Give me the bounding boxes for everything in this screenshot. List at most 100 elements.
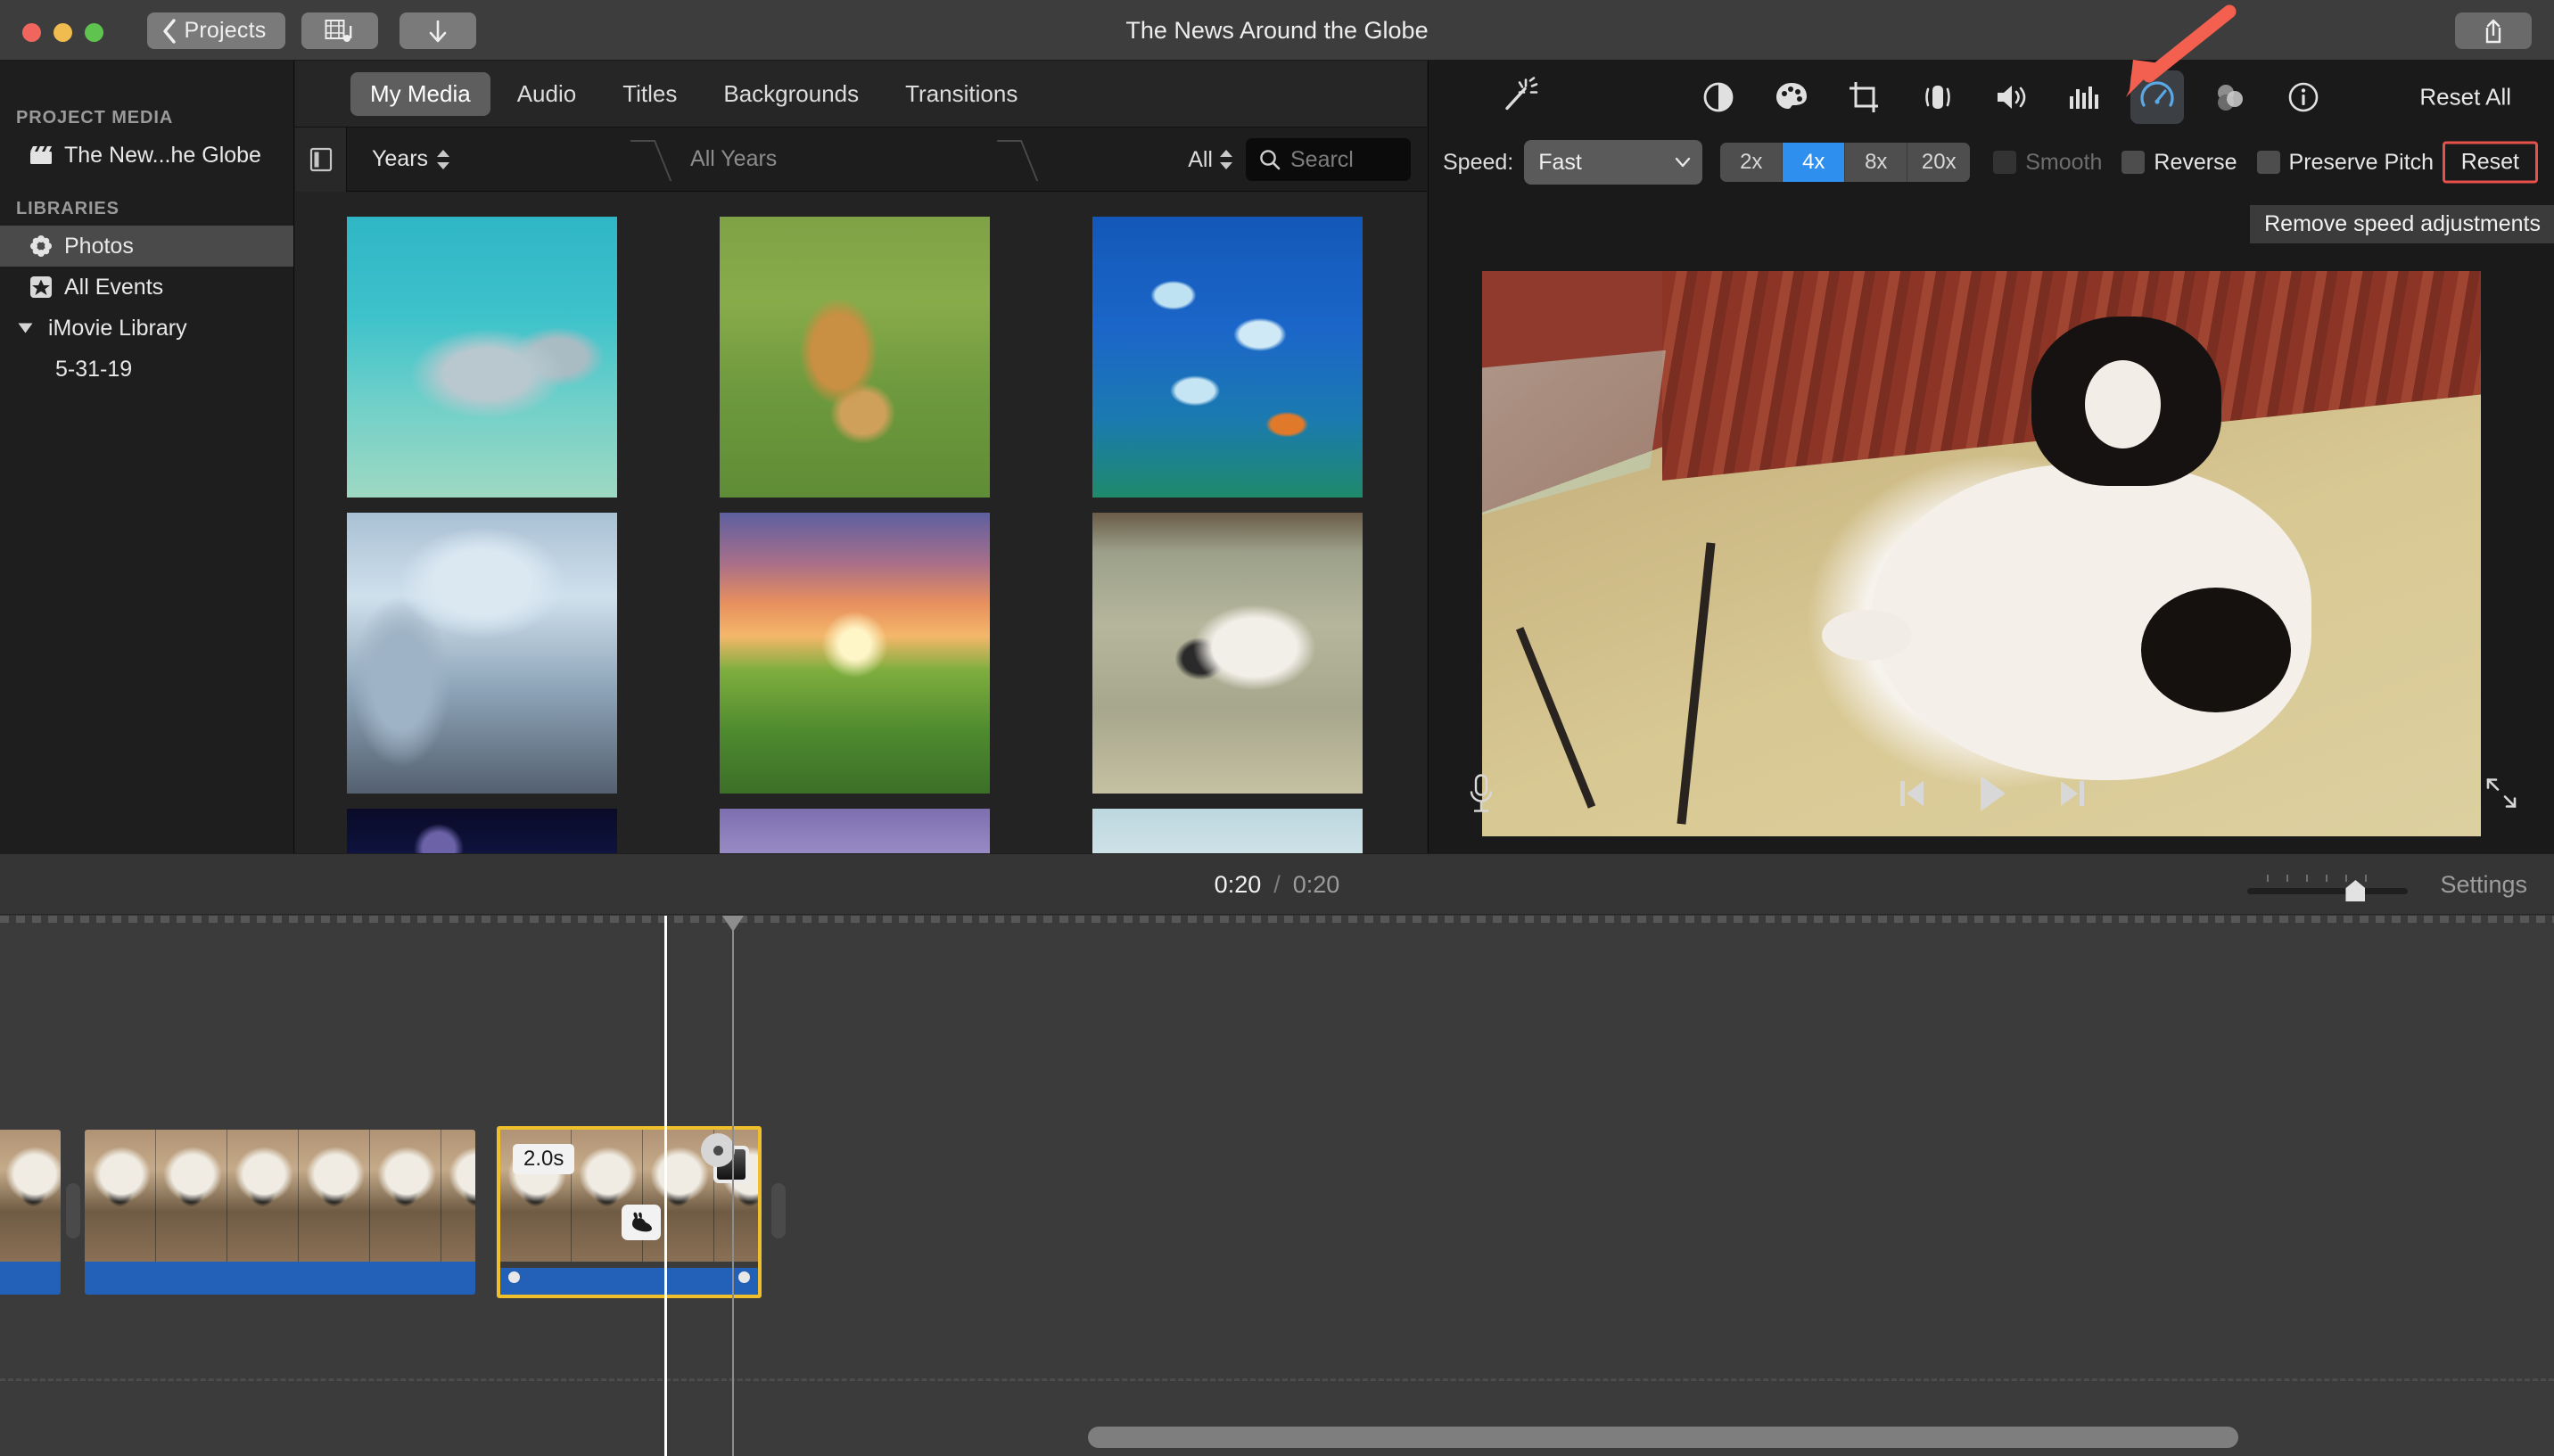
zoom-slider-knob[interactable] — [2345, 880, 2366, 901]
color-correction-icon[interactable] — [1765, 70, 1818, 124]
tab-titles[interactable]: Titles — [603, 72, 696, 116]
zoom-button[interactable] — [85, 23, 103, 42]
breadcrumb-all-years[interactable]: All Years — [665, 146, 777, 172]
checkbox-box — [2256, 151, 2280, 174]
sidebar-item-project[interactable]: The New...he Globe — [0, 135, 293, 176]
window-title-container: The News Around the Globe — [0, 0, 2554, 61]
media-filter-dropdown[interactable]: All — [1188, 147, 1233, 173]
clip-drag-handle-left[interactable] — [66, 1183, 80, 1238]
disclosure-triangle-icon[interactable] — [12, 316, 37, 341]
crop-icon[interactable] — [1838, 70, 1891, 124]
sidebar-header-project-media: PROJECT MEDIA — [16, 107, 174, 128]
filter-right-group: All Searcl — [1188, 128, 1411, 192]
noise-reduction-icon[interactable] — [2057, 70, 2111, 124]
speed-8x-button[interactable]: 8x — [1845, 143, 1908, 182]
sidebar-item-event-5-31-19[interactable]: 5-31-19 — [0, 349, 293, 390]
sidebar-item-label-photos: Photos — [64, 233, 134, 259]
timeline-body[interactable]: 2.0s — [0, 916, 2554, 1456]
sidebar-item-all-events[interactable]: All Events — [0, 267, 293, 308]
timeline-clip-dog-on-bed[interactable] — [85, 1130, 475, 1295]
timeline-scrollbar-track[interactable] — [0, 1418, 2554, 1456]
timeline-settings-button[interactable]: Settings — [2440, 871, 2527, 899]
timeline-ruler — [0, 916, 2554, 923]
smooth-checkbox[interactable]: Smooth — [1993, 150, 2102, 176]
share-button[interactable] — [2455, 12, 2532, 49]
import-media-button[interactable] — [400, 12, 476, 49]
preserve-pitch-checkbox[interactable]: Preserve Pitch — [2256, 149, 2435, 176]
speed-icon[interactable] — [2130, 70, 2184, 124]
clip-duration-badge[interactable]: 2.0s — [513, 1144, 575, 1174]
expand-arrows-icon[interactable] — [2484, 776, 2519, 816]
play-icon[interactable] — [1973, 772, 2011, 819]
zoom-slider-track — [2247, 888, 2409, 894]
skip-to-start-icon[interactable] — [1897, 776, 1927, 816]
back-to-projects-button[interactable]: Projects — [147, 12, 285, 49]
speed-preset-select[interactable]: Fast — [1524, 140, 1703, 185]
tab-my-media[interactable]: My Media — [350, 71, 490, 116]
back-button-label: Projects — [184, 18, 267, 43]
clip-information-icon[interactable] — [2277, 70, 2330, 124]
rabbit-fast-icon[interactable] — [622, 1205, 661, 1240]
close-button[interactable] — [22, 23, 41, 42]
thumbnail-ice-canyon[interactable] — [347, 513, 617, 794]
clip-filter-icon[interactable] — [2204, 70, 2257, 124]
dog-head-decoration — [2031, 316, 2221, 486]
timeline-marker[interactable] — [722, 916, 744, 1456]
audio-fade-handle-right[interactable] — [736, 1269, 753, 1286]
thumbnail-night-moon[interactable] — [347, 809, 617, 853]
timeline-clip-selected[interactable]: 2.0s — [497, 1126, 762, 1298]
minimize-button[interactable] — [54, 23, 72, 42]
thumbnail-dolphins[interactable] — [347, 217, 617, 498]
sidebar-item-photos[interactable]: Photos — [0, 226, 293, 267]
imovie-window: Projects The News Around the Globe PROJE… — [0, 0, 2554, 1456]
breadcrumb-chevron-1 — [633, 128, 665, 192]
stabilization-icon[interactable] — [1911, 70, 1965, 124]
clip-drag-handle-right[interactable] — [771, 1183, 786, 1238]
playhead[interactable] — [664, 916, 667, 1456]
magic-wand-icon[interactable] — [1498, 75, 1539, 120]
thumbnail-tropical-fish[interactable] — [1092, 217, 1363, 498]
zoom-tick — [2286, 875, 2289, 882]
thumbnail-lions[interactable] — [720, 217, 990, 498]
thumbnail-sky-clouds[interactable] — [1092, 809, 1363, 853]
speed-2x-button[interactable]: 2x — [1720, 143, 1784, 182]
thumbnail-row — [347, 809, 1427, 853]
timeline-clip-partial[interactable] — [0, 1130, 61, 1295]
title-bar: Projects The News Around the Globe — [0, 0, 2554, 61]
timeline-header-right: Settings — [2247, 854, 2527, 915]
timeline-scrollbar-thumb[interactable] — [1088, 1427, 2238, 1448]
tab-audio[interactable]: Audio — [498, 72, 597, 116]
star-box-icon — [29, 275, 54, 300]
volume-icon[interactable] — [1984, 70, 2038, 124]
media-browser: My Media Audio Titles Backgrounds Transi… — [295, 61, 1427, 853]
preserve-pitch-label: Preserve Pitch — [2288, 149, 2435, 175]
thumbnail-row — [347, 513, 1427, 794]
stepper-icon[interactable] — [1219, 148, 1233, 171]
zoom-tick — [2365, 875, 2368, 882]
speed-20x-button[interactable]: 20x — [1907, 143, 1971, 182]
timeline-zoom-slider[interactable] — [2247, 869, 2409, 901]
search-input[interactable]: Searcl — [1246, 138, 1411, 181]
reverse-checkbox[interactable]: Reverse — [2121, 150, 2237, 176]
thumbnail-sunset-river[interactable] — [720, 513, 990, 794]
breadcrumb-years[interactable]: Years — [347, 146, 450, 172]
reset-all-button[interactable]: Reset All — [2419, 84, 2511, 111]
sidebar-item-imovie-library[interactable]: iMovie Library — [0, 308, 293, 349]
timecode-current: 0:20 — [1214, 870, 1262, 898]
color-balance-icon[interactable] — [1692, 70, 1745, 124]
clip-adjust-knob[interactable] — [701, 1133, 735, 1167]
tab-transitions[interactable]: Transitions — [886, 72, 1037, 116]
dog-spot-decoration — [2141, 588, 2292, 712]
panel-toggle-icon[interactable] — [295, 127, 347, 192]
thumbnail-dog-on-bed[interactable] — [1092, 513, 1363, 794]
stepper-icon[interactable] — [436, 148, 450, 171]
skip-to-end-icon[interactable] — [2057, 776, 2088, 816]
thumbnail-purple-field[interactable] — [720, 809, 990, 853]
audio-fade-handle-left[interactable] — [506, 1269, 523, 1286]
page-title: The News Around the Globe — [1125, 16, 1429, 44]
microphone-icon[interactable] — [1466, 772, 1496, 819]
tab-backgrounds[interactable]: Backgrounds — [704, 72, 878, 116]
speed-4x-button[interactable]: 4x — [1783, 143, 1846, 182]
media-library-button[interactable] — [301, 12, 378, 49]
speed-reset-button[interactable]: Reset — [2442, 141, 2538, 184]
